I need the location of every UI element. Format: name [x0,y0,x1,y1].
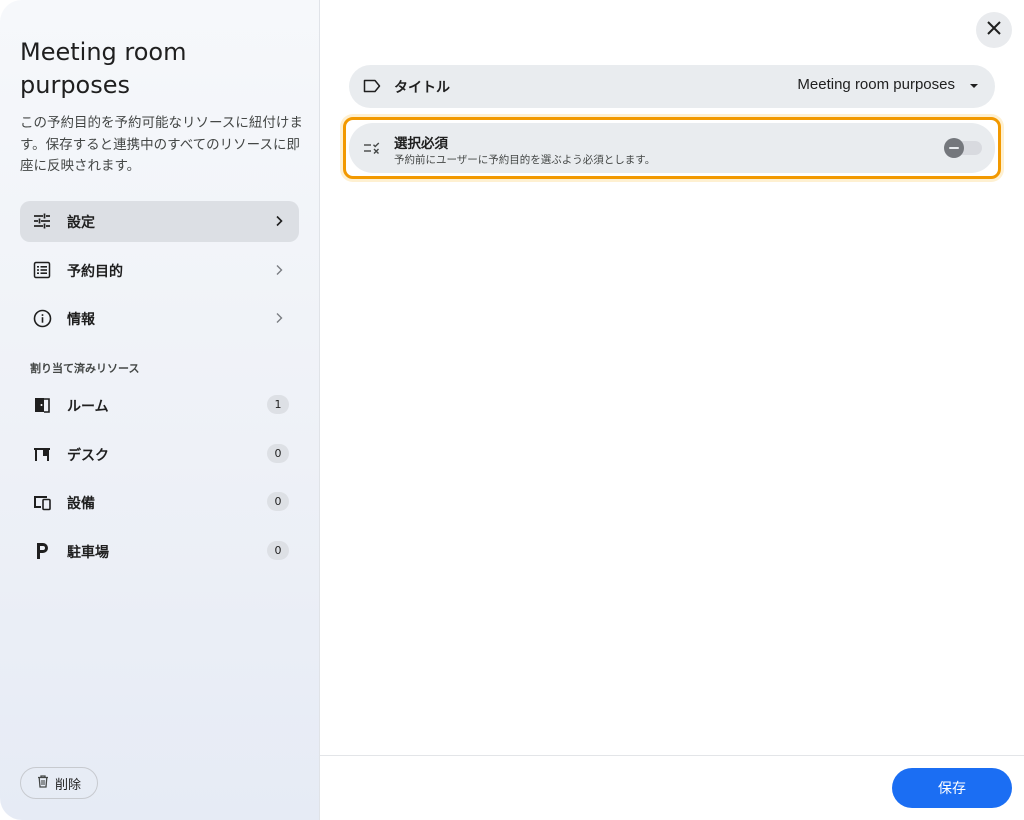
close-button[interactable] [976,12,1012,48]
nav-item-label: 設定 [67,215,95,231]
resource-label: ルーム [67,399,109,415]
resource-label: 設備 [67,496,95,512]
nav-item-label: 予約目的 [67,264,123,280]
delete-button[interactable]: 削除 [20,767,98,799]
resource-item-desk[interactable]: デスク 0 [20,434,299,474]
section-label: 割り当て済みリソース [30,362,140,375]
door-icon [32,395,52,415]
trash-icon [37,774,49,792]
label-icon [363,77,381,95]
resource-item-equipment[interactable]: 設備 0 [20,482,299,522]
dialog: Meeting room purposes この予約目的を予約可能なリソースに紐… [0,0,1024,820]
resource-label: デスク [67,448,109,464]
chevron-right-icon [271,213,287,229]
required-toggle[interactable] [944,138,982,158]
resource-count-badge: 0 [267,541,289,560]
title-field-label: タイトル [394,80,450,96]
devices-icon [32,492,52,512]
required-selection-row[interactable]: 選択必須 予約前にユーザーに予約目的を選ぶよう必須とします。 [349,123,995,173]
toggle-off-knob-icon [944,138,964,158]
title-select-value: Meeting room purposes [797,76,955,93]
sidebar: Meeting room purposes この予約目的を予約可能なリソースに紐… [0,0,320,820]
required-description: 予約前にユーザーに予約目的を選ぶよう必須とします。 [394,154,656,166]
info-icon [32,308,52,328]
title-field-row[interactable]: タイトル Meeting room purposes [349,65,995,108]
resource-count-badge: 0 [267,492,289,511]
resource-count-badge: 0 [267,444,289,463]
resource-count-badge: 1 [267,395,289,414]
list-icon [32,260,52,280]
close-icon [986,20,1002,40]
resource-item-room[interactable]: ルーム 1 [20,385,299,425]
chevron-right-icon [271,262,287,278]
chevron-right-icon [271,310,287,326]
nav-item-info[interactable]: 情報 [20,298,299,339]
save-button[interactable]: 保存 [892,768,1012,808]
resource-item-parking[interactable]: 駐車場 0 [20,531,299,571]
tune-icon [32,211,52,231]
nav-item-settings[interactable]: 設定 [20,201,299,242]
title-select[interactable]: Meeting room purposes [797,76,979,93]
required-label: 選択必須 [394,136,448,152]
desk-icon [32,444,52,464]
caret-down-icon [969,76,979,93]
checklist-icon [363,139,381,157]
resource-label: 駐車場 [67,545,109,561]
nav-item-purposes[interactable]: 予約目的 [20,250,299,291]
page-description: この予約目的を予約可能なリソースに紐付けます。保存すると連携中のすべてのリソース… [20,115,303,174]
delete-label: 削除 [54,777,81,793]
nav-item-label: 情報 [67,312,95,328]
page-title: Meeting room purposes [20,38,187,99]
parking-icon [32,541,52,561]
